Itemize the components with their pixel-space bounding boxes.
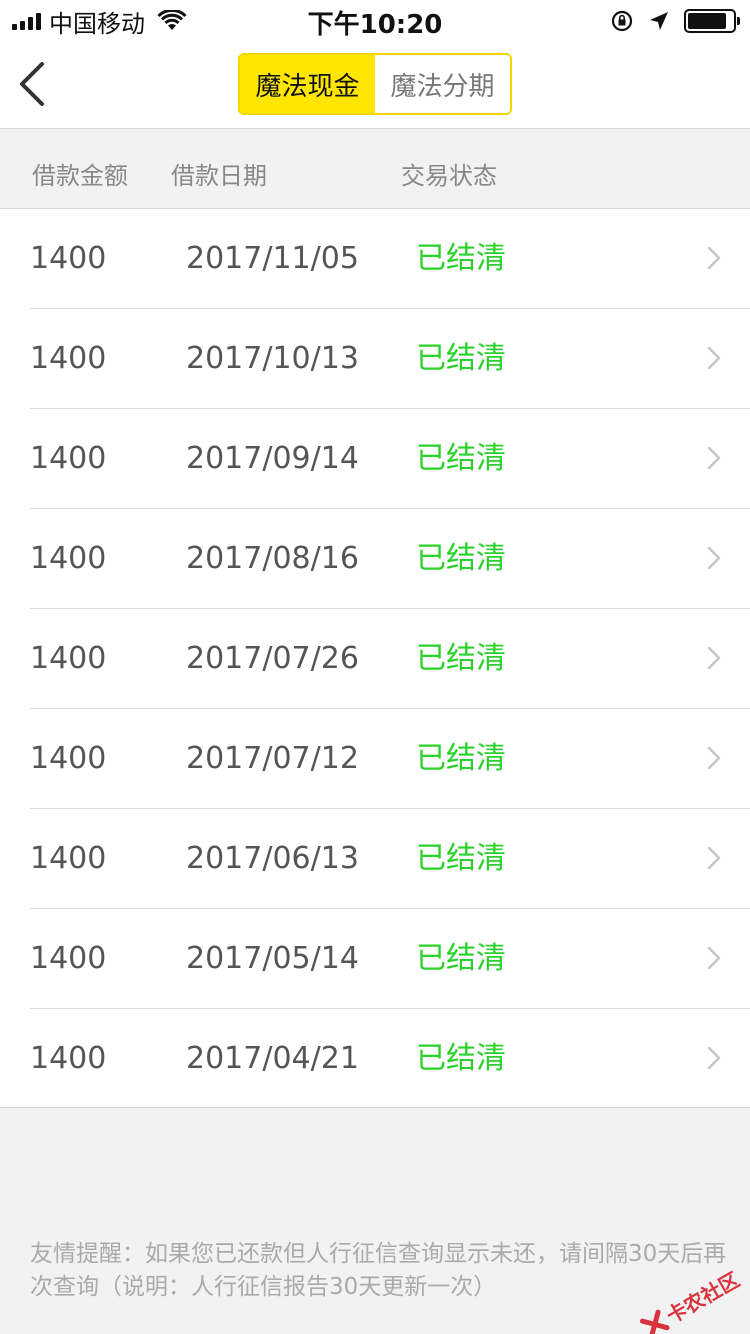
tab-magic-cash[interactable]: 魔法现金 xyxy=(240,55,375,113)
table-row[interactable]: 1400 2017/05/14 已结清 xyxy=(0,909,750,1009)
status-bar: 中国移动 下午10:20 xyxy=(0,0,750,40)
status-right xyxy=(610,6,740,36)
orientation-lock-icon xyxy=(611,10,633,32)
reminder-note: 友情提醒：如果您已还款但人行征信查询显示未还，请间隔30天后再次查询（说明：人行… xyxy=(30,1241,727,1300)
header-status: 交易状态 xyxy=(401,162,497,190)
row-date: 2017/08/16 xyxy=(186,541,359,576)
chevron-right-icon xyxy=(707,246,721,270)
row-date: 2017/04/21 xyxy=(186,1041,359,1076)
back-button[interactable] xyxy=(8,52,68,116)
chevron-right-icon xyxy=(707,746,721,770)
chevron-right-icon xyxy=(707,546,721,570)
row-status: 已结清 xyxy=(416,241,506,276)
table-row[interactable]: 1400 2017/11/05 已结清 xyxy=(0,209,750,309)
row-amount: 1400 xyxy=(30,1041,107,1076)
chevron-right-icon xyxy=(707,446,721,470)
row-status: 已结清 xyxy=(416,341,506,376)
row-status: 已结清 xyxy=(416,1041,506,1076)
row-date: 2017/10/13 xyxy=(186,341,359,376)
loan-record-list: 1400 2017/11/05 已结清 1400 2017/10/13 已结清 … xyxy=(0,209,750,1108)
row-amount: 1400 xyxy=(30,441,107,476)
table-row[interactable]: 1400 2017/04/21 已结清 xyxy=(0,1009,750,1109)
row-date: 2017/07/12 xyxy=(186,741,359,776)
table-row[interactable]: 1400 2017/10/13 已结清 xyxy=(0,309,750,409)
chevron-right-icon xyxy=(707,646,721,670)
table-row[interactable]: 1400 2017/07/12 已结清 xyxy=(0,709,750,809)
chevron-right-icon xyxy=(707,346,721,370)
chevron-right-icon xyxy=(707,1046,721,1070)
row-date: 2017/06/13 xyxy=(186,841,359,876)
row-amount: 1400 xyxy=(30,541,107,576)
row-status: 已结清 xyxy=(416,441,506,476)
header-amount: 借款金额 xyxy=(32,162,128,190)
row-status: 已结清 xyxy=(416,641,506,676)
table-row[interactable]: 1400 2017/08/16 已结清 xyxy=(0,509,750,609)
table-header: 借款金额 借款日期 交易状态 xyxy=(0,130,750,209)
chevron-left-icon xyxy=(20,62,44,106)
location-arrow-icon xyxy=(650,12,668,30)
row-date: 2017/09/14 xyxy=(186,441,359,476)
nav-bar: 魔法现金 魔法分期 xyxy=(0,40,750,129)
chevron-right-icon xyxy=(707,846,721,870)
chevron-right-icon xyxy=(707,946,721,970)
table-row[interactable]: 1400 2017/06/13 已结清 xyxy=(0,809,750,909)
row-status: 已结清 xyxy=(416,841,506,876)
product-segmented-control: 魔法现金 魔法分期 xyxy=(238,53,512,115)
row-amount: 1400 xyxy=(30,641,107,676)
row-status: 已结清 xyxy=(416,741,506,776)
row-amount: 1400 xyxy=(30,241,107,276)
row-amount: 1400 xyxy=(30,341,107,376)
row-amount: 1400 xyxy=(30,941,107,976)
row-date: 2017/11/05 xyxy=(186,241,359,276)
header-date: 借款日期 xyxy=(171,162,267,190)
row-date: 2017/05/14 xyxy=(186,941,359,976)
row-amount: 1400 xyxy=(30,841,107,876)
row-amount: 1400 xyxy=(30,741,107,776)
row-status: 已结清 xyxy=(416,541,506,576)
tab-magic-installment[interactable]: 魔法分期 xyxy=(375,55,510,113)
row-date: 2017/07/26 xyxy=(186,641,359,676)
row-status: 已结清 xyxy=(416,941,506,976)
table-row[interactable]: 1400 2017/07/26 已结清 xyxy=(0,609,750,709)
battery-icon xyxy=(684,9,740,33)
table-row[interactable]: 1400 2017/09/14 已结清 xyxy=(0,409,750,509)
